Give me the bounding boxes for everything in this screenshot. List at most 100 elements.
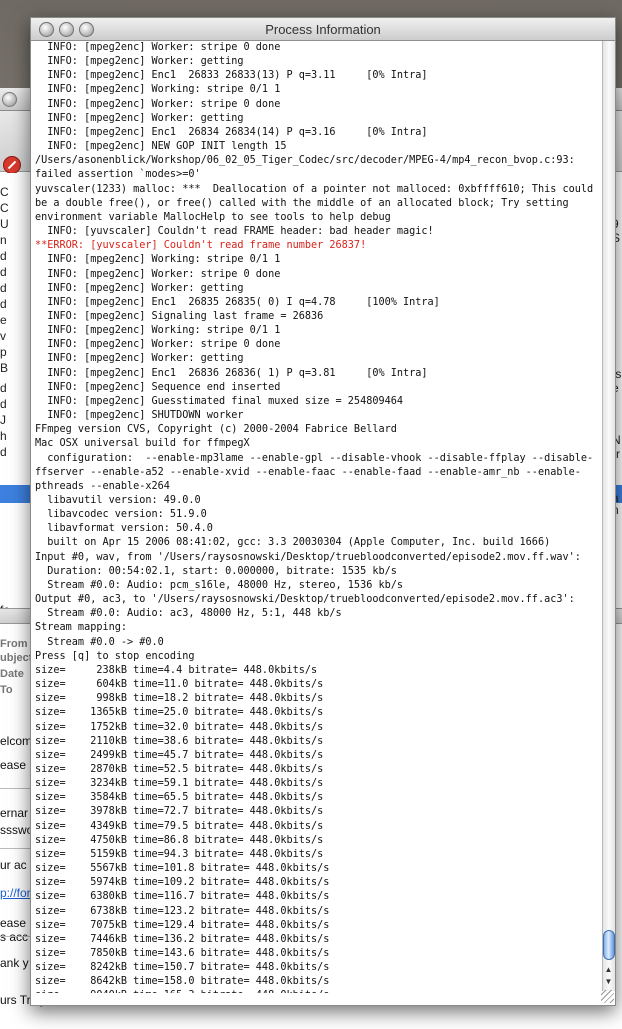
message-list-fragment: U — [0, 217, 9, 231]
log-line: INFO: [mpeg2enc] Worker: stripe 0 done — [35, 98, 281, 110]
log-line: yuvscaler(1233) malloc: *** Deallocation… — [35, 183, 594, 195]
mail-body-fragment: ease — [0, 916, 27, 930]
log-line: INFO: [mpeg2enc] Worker: getting — [35, 353, 244, 365]
log-line: /Users/asonenblick/Workshop/06_02_05_Tig… — [35, 155, 575, 167]
log-line: size= 3234kB time=59.1 bitrate= 448.0kbi… — [35, 778, 324, 790]
message-list-fragment: C — [0, 185, 9, 199]
log-line: size= 8242kB time=150.7 bitrate= 448.0kb… — [35, 962, 330, 974]
log-line: size= 2110kB time=38.6 bitrate= 448.0kbi… — [35, 735, 324, 747]
mail-body-fragment: ease — [0, 758, 27, 772]
divider — [0, 936, 30, 937]
log-line: INFO: [yuvscaler] Couldn't read FRAME he… — [35, 226, 434, 238]
log-line: INFO: [mpeg2enc] Guesstimated final muxe… — [35, 395, 404, 407]
log-line: size= 4349kB time=79.5 bitrate= 448.0kbi… — [35, 820, 324, 832]
log-line: environment variable MallocHelp to see t… — [35, 211, 391, 223]
log-line: size= 998kB time=18.2 bitrate= 448.0kbit… — [35, 693, 324, 705]
log-line: INFO: [mpeg2enc] Enc1 26836 26836( 1) P … — [35, 367, 428, 379]
message-list-fragment: B — [0, 361, 9, 375]
log-line: libavutil version: 49.0.0 — [35, 495, 201, 506]
log-line: size= 2499kB time=45.7 bitrate= 448.0kbi… — [35, 749, 324, 761]
log-line: INFO: [mpeg2enc] Worker: stripe 0 done — [35, 268, 281, 280]
message-list-fragment: d — [0, 445, 7, 459]
log-line: INFO: [mpeg2enc] Working: stripe 0/1 1 — [35, 84, 281, 96]
log-line: INFO: [mpeg2enc] Enc1 26835 26835( 0) I … — [35, 296, 440, 308]
process-information-window: Process Information INFO: [mpeg2enc] Wor… — [30, 17, 616, 1006]
mail-body-fragment: ur ac — [0, 858, 27, 872]
log-line: size= 2870kB time=52.5 bitrate= 448.0kbi… — [35, 763, 324, 775]
log-line: INFO: [mpeg2enc] NEW GOP INIT length 15 — [35, 141, 287, 153]
mail-body-fragment: ank y — [0, 956, 29, 970]
mail-body-fragment: ernar — [0, 806, 29, 820]
log-line: Stream #0.0: Audio: ac3, 48000 Hz, 5:1, … — [35, 608, 342, 620]
mail-header-label: From — [0, 638, 28, 650]
log-line: size= 5974kB time=109.2 bitrate= 448.0kb… — [35, 877, 330, 889]
log-line: INFO: [mpeg2enc] Worker: getting — [35, 56, 244, 68]
mail-header-label: To — [0, 684, 13, 696]
log-line: INFO: [mpeg2enc] Enc1 26833 26833(13) P … — [35, 70, 428, 82]
divider — [0, 788, 30, 789]
message-list-fragment: d — [0, 397, 7, 411]
log-line: size= 604kB time=11.0 bitrate= 448.0kbit… — [35, 679, 324, 691]
log-line: size= 1365kB time=25.0 bitrate= 448.0kbi… — [35, 707, 324, 719]
scroll-down-arrow-icon[interactable]: ▼ — [604, 977, 613, 986]
resize-grip-icon[interactable] — [601, 990, 614, 1003]
log-line: size= 9040kB time=165.3 bitrate= 448.0kb… — [35, 989, 601, 993]
log-line: size= 6738kB time=123.2 bitrate= 448.0kb… — [35, 905, 330, 917]
scroll-up-arrow-icon[interactable]: ▲ — [604, 965, 613, 974]
log-line: be a double free(), or free() called wit… — [35, 197, 569, 209]
message-list-fragment: d — [0, 265, 7, 279]
log-line: Duration: 00:54:02.1, start: 0.000000, b… — [35, 565, 397, 577]
log-line: INFO: [mpeg2enc] SHUTDOWN worker — [35, 410, 244, 422]
message-list-fragment: p — [0, 345, 7, 359]
mail-header-label: Date — [0, 668, 24, 680]
mail-body-fragment: elcom — [0, 734, 33, 748]
log-line: size= 6380kB time=116.7 bitrate= 448.0kb… — [35, 891, 330, 903]
process-log-console[interactable]: INFO: [mpeg2enc] Worker: stripe 0 done I… — [35, 41, 601, 993]
message-list-fragment: d — [0, 297, 7, 311]
log-line: INFO: [mpeg2enc] Working: stripe 0/1 1 — [35, 254, 281, 266]
window-title: Process Information — [265, 22, 381, 37]
log-line: Output #0, ac3, to '/Users/raysosnowski/… — [35, 594, 575, 606]
log-line: size= 5159kB time=94.3 bitrate= 448.0kbi… — [35, 848, 324, 860]
log-line: INFO: [mpeg2enc] Worker: stripe 0 done — [35, 42, 281, 53]
window-titlebar[interactable]: Process Information — [31, 18, 615, 41]
log-line: Stream #0.0 -> #0.0 — [35, 636, 164, 648]
mail-link[interactable]: p://for — [0, 886, 31, 900]
log-line: failed assertion `modes>=0' — [35, 169, 201, 181]
log-line: size= 1752kB time=32.0 bitrate= 448.0kbi… — [35, 721, 324, 733]
log-line-error: **ERROR: [yuvscaler] Couldn't read frame… — [35, 240, 367, 252]
log-line: size= 8642kB time=158.0 bitrate= 448.0kb… — [35, 976, 330, 988]
log-line: size= 3584kB time=65.5 bitrate= 448.0kbi… — [35, 792, 324, 804]
log-line: size= 7446kB time=136.2 bitrate= 448.0kb… — [35, 933, 330, 945]
log-line: Stream mapping: — [35, 622, 128, 634]
divider — [0, 848, 30, 849]
log-line: built on Apr 15 2006 08:41:02, gcc: 3.3 … — [35, 537, 551, 549]
log-line: size= 3978kB time=72.7 bitrate= 448.0kbi… — [35, 806, 324, 818]
message-list-fragment: n — [0, 233, 7, 247]
log-line: INFO: [mpeg2enc] Signaling last frame = … — [35, 310, 324, 322]
log-line: INFO: [mpeg2enc] Worker: getting — [35, 282, 244, 294]
log-line: libavcodec version: 51.9.0 — [35, 509, 207, 521]
log-line: INFO: [mpeg2enc] Worker: stripe 0 done — [35, 339, 281, 351]
delete-icon[interactable] — [3, 156, 21, 174]
message-list-fragment: J — [0, 413, 6, 427]
log-line: size= 5567kB time=101.8 bitrate= 448.0kb… — [35, 863, 330, 875]
log-line: pthreads --enable-x264 — [35, 480, 170, 492]
message-list-fragment: e — [0, 313, 7, 327]
close-window-icon[interactable] — [2, 92, 17, 107]
log-line: size= 238kB time=4.4 bitrate= 448.0kbits… — [35, 664, 318, 676]
log-line: Mac OSX universal build for ffmpegX — [35, 438, 250, 450]
mail-body-fragment: s acc — [0, 930, 29, 944]
mail-header-label: ubject — [0, 652, 33, 664]
log-line: INFO: [mpeg2enc] Worker: getting — [35, 112, 244, 124]
log-line: INFO: [mpeg2enc] Sequence end inserted — [35, 381, 281, 393]
message-list-fragment: C — [0, 201, 9, 215]
log-line: FFmpeg version CVS, Copyright (c) 2000-2… — [35, 424, 397, 436]
message-list-fragment: h — [0, 429, 7, 443]
log-line: size= 7850kB time=143.6 bitrate= 448.0kb… — [35, 948, 330, 959]
log-line: ffserver --enable-a52 --enable-xvid --en… — [35, 466, 581, 478]
log-line: libavformat version: 50.4.0 — [35, 523, 213, 535]
log-line: Input #0, wav, from '/Users/raysosnowski… — [35, 551, 581, 563]
scrollbar-thumb[interactable] — [603, 930, 615, 960]
vertical-scrollbar[interactable] — [602, 41, 615, 991]
